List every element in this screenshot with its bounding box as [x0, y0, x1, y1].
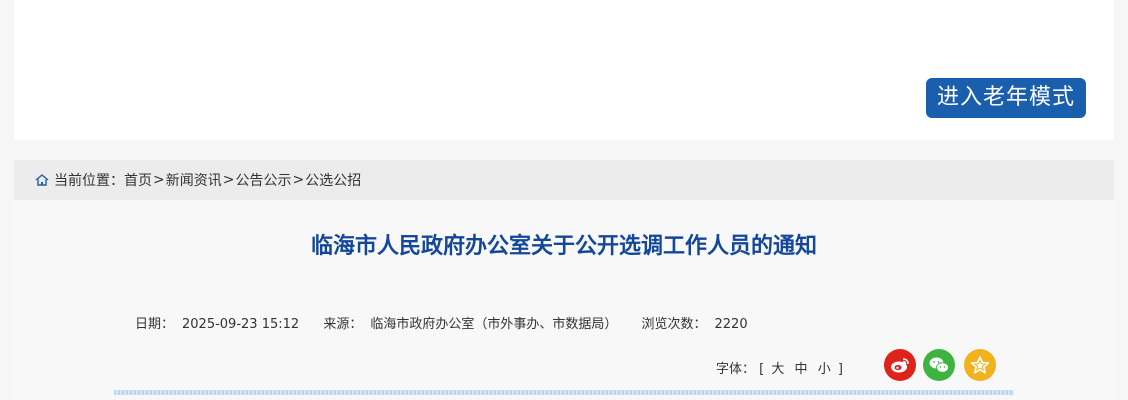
font-size-label: 字体：	[716, 362, 756, 377]
breadcrumb: 当前位置： 首页 > 新闻资讯 > 公告公示 > 公选公招	[14, 160, 1114, 200]
breadcrumb-separator: >	[292, 172, 305, 188]
breadcrumb-item-recruitment[interactable]: 公选公招	[305, 170, 361, 190]
font-size-bracket-close: ]	[837, 362, 843, 377]
font-size-medium[interactable]: 中	[795, 362, 808, 377]
breadcrumb-item-news[interactable]: 新闻资讯	[166, 170, 222, 190]
source-label: 来源：	[323, 317, 363, 332]
font-size-control: 字体： [ 大 中 小 ]	[716, 358, 843, 377]
date-value: 2025-09-23 15:12	[182, 317, 300, 332]
favorite-button[interactable]	[964, 349, 996, 381]
views-label: 浏览次数：	[641, 317, 707, 332]
views-value: 2220	[714, 317, 748, 332]
date-label: 日期：	[135, 317, 175, 332]
meta-views: 浏览次数： 2220	[641, 317, 747, 332]
article-title: 临海市人民政府办公室关于公开选调工作人员的通知	[310, 234, 817, 259]
breadcrumb-item-home[interactable]: 首页	[124, 170, 152, 190]
meta-date: 日期： 2025-09-23 15:12	[135, 317, 299, 332]
breadcrumb-separator: >	[222, 172, 235, 188]
wechat-icon	[929, 357, 949, 373]
share-weibo-button[interactable]	[884, 349, 916, 381]
meta-source: 来源： 临海市政府办公室（市外事办、市数据局）	[323, 317, 617, 332]
content-divider	[114, 390, 1014, 395]
article-content: 临海市人民政府办公室关于公开选调工作人员的通知 日期： 2025-09-23 15…	[14, 200, 1114, 400]
star-icon	[970, 356, 990, 374]
share-wechat-button[interactable]	[923, 349, 955, 381]
font-size-bracket-open: [	[759, 362, 765, 377]
header-panel: 进入老年模式	[14, 0, 1114, 140]
weibo-icon	[891, 358, 909, 373]
source-value: 临海市政府办公室（市外事办、市数据局）	[370, 317, 618, 332]
breadcrumb-item-notices[interactable]: 公告公示	[235, 170, 291, 190]
font-size-large[interactable]: 大	[771, 362, 784, 377]
font-size-small[interactable]: 小	[818, 362, 831, 377]
article-meta: 日期： 2025-09-23 15:12 来源： 临海市政府办公室（市外事办、市数据…	[135, 313, 768, 332]
elder-mode-button[interactable]: 进入老年模式	[926, 78, 1086, 118]
home-icon	[34, 173, 50, 187]
breadcrumb-prefix: 当前位置：	[54, 173, 124, 189]
breadcrumb-separator: >	[153, 172, 165, 188]
